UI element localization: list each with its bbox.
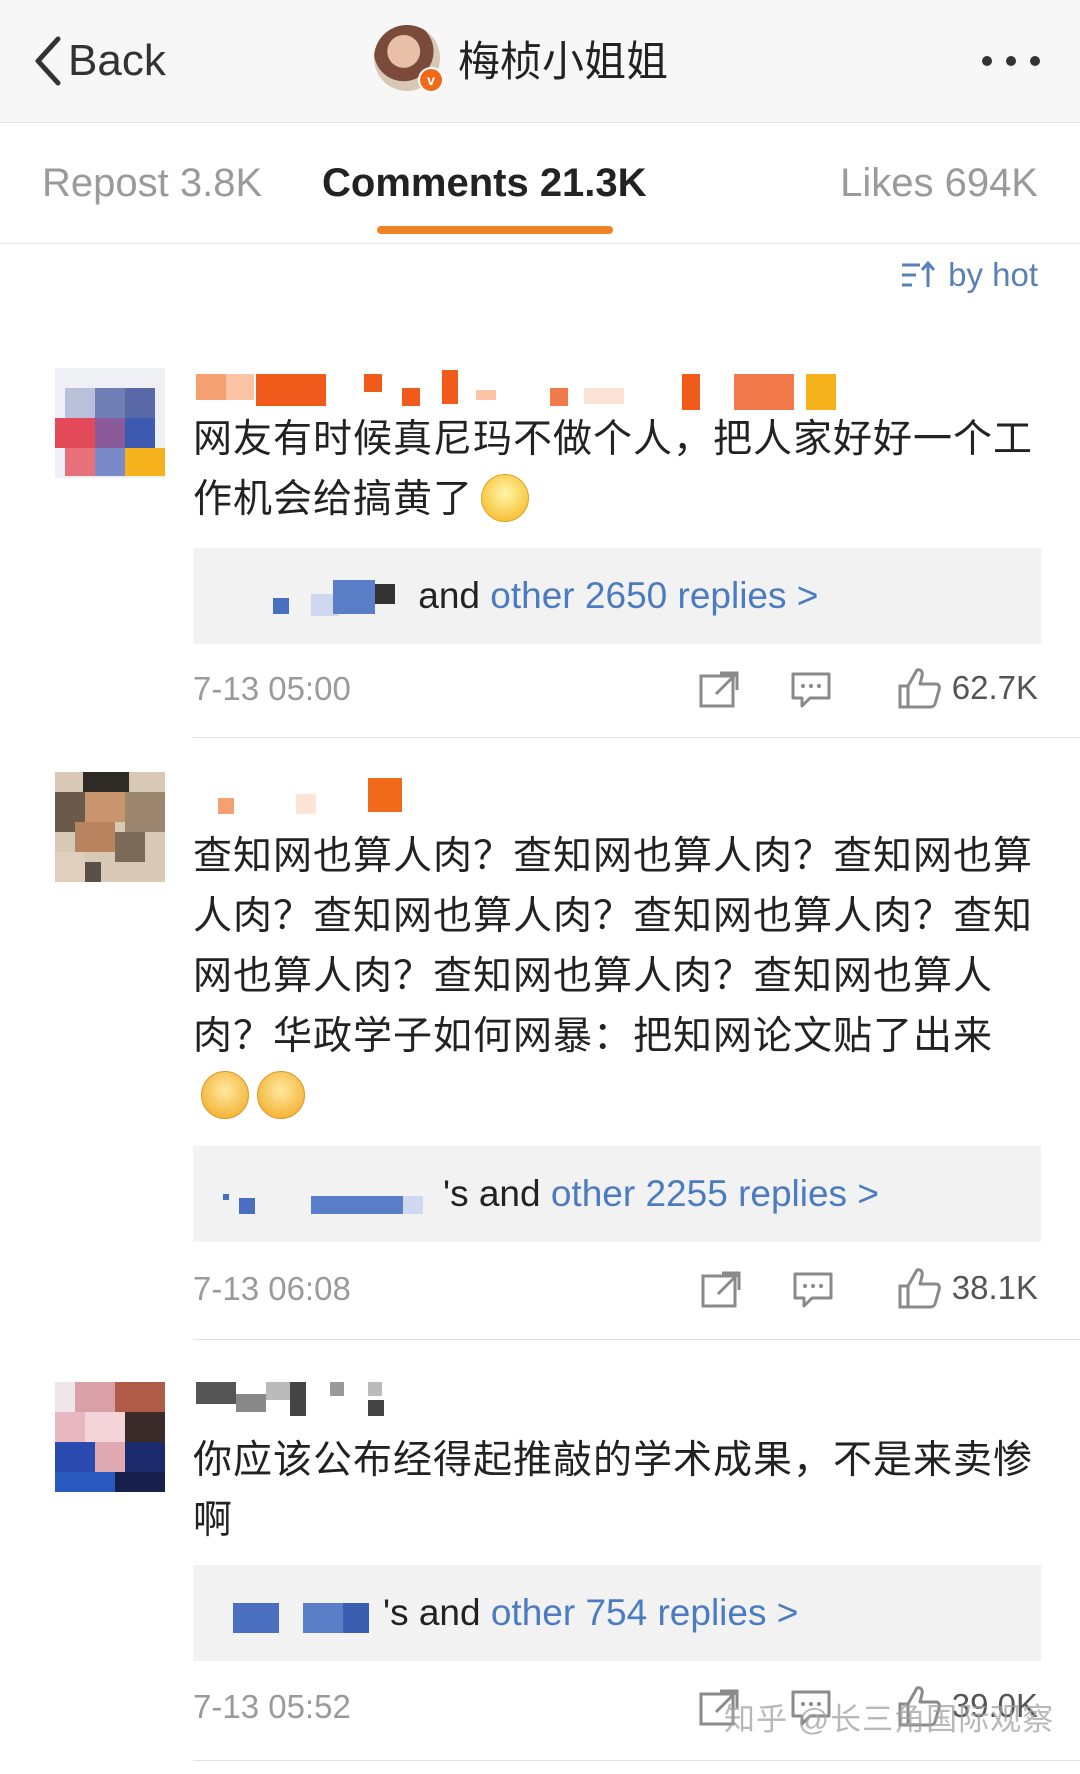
pleading-face-emoji-icon xyxy=(201,1070,249,1119)
share-icon xyxy=(699,671,739,708)
back-button[interactable]: Back xyxy=(30,28,166,94)
sort-by-hot-button[interactable]: by hot xyxy=(900,256,1038,294)
more-dot-icon xyxy=(1030,56,1040,66)
commenter-avatar[interactable] xyxy=(55,1382,165,1492)
comment-text: 查知网也算人肉？查知网也算人肉？查知网也算人肉？查知网也算人肉？查知网也算人肉？… xyxy=(193,827,1045,1127)
thumbs-up-icon xyxy=(898,1268,941,1309)
sort-icon xyxy=(902,260,936,287)
comment-text: 你应该公布经得起推敲的学术成果，不是来卖惨啊 xyxy=(193,1431,1045,1551)
top-bar: Back v 梅桢小姐姐 xyxy=(0,0,1080,123)
view-replies-link[interactable]: and other 2650 replies > xyxy=(193,548,1041,644)
replies-prefix: 's and xyxy=(383,1592,491,1633)
commenter-avatar[interactable] xyxy=(55,772,165,882)
share-icon xyxy=(701,1271,741,1308)
comment-body: 查知网也算人肉？查知网也算人肉？查知网也算人肉？查知网也算人肉？查知网也算人肉？… xyxy=(193,835,1034,1058)
like-comment-button[interactable]: 62.7K xyxy=(896,666,1038,710)
commenter-name-redacted[interactable] xyxy=(196,368,846,412)
comment-timestamp: 7-13 05:52 xyxy=(193,1688,351,1725)
repost-comment-button[interactable] xyxy=(698,670,740,710)
more-dot-icon xyxy=(982,56,992,66)
replies-count-link[interactable]: other 2650 replies > xyxy=(490,575,818,617)
view-replies-link[interactable]: 's and other 754 replies > xyxy=(193,1565,1041,1661)
replies-prefix: and xyxy=(408,575,491,616)
commenter-avatar[interactable] xyxy=(55,368,165,478)
back-label: Back xyxy=(68,36,166,85)
comment-divider xyxy=(193,1760,1080,1761)
replier-name-redacted xyxy=(193,1174,433,1214)
chevron-left-icon xyxy=(35,36,61,86)
comment-timestamp: 7-13 06:08 xyxy=(193,1270,351,1307)
reply-comment-button[interactable] xyxy=(790,670,832,710)
pleading-face-emoji-icon xyxy=(257,1070,305,1119)
smile-emoji-icon xyxy=(481,473,530,522)
tab-comments[interactable]: Comments 21.3K xyxy=(322,161,647,206)
more-options-button[interactable] xyxy=(982,56,1040,66)
commenter-name-redacted[interactable] xyxy=(196,1378,396,1422)
comment-body: 你应该公布经得起推敲的学术成果，不是来卖惨啊 xyxy=(193,1439,1034,1542)
tab-repost[interactable]: Repost 3.8K xyxy=(42,161,262,206)
comment-timestamp: 7-13 05:00 xyxy=(193,670,351,707)
more-dot-icon xyxy=(1006,56,1016,66)
comment-icon xyxy=(793,1272,833,1308)
avatar[interactable]: v xyxy=(374,25,444,93)
replies-prefix: 's and xyxy=(443,1173,551,1214)
page-title-group: v 梅桢小姐姐 xyxy=(374,25,669,93)
tab-likes[interactable]: Likes 694K xyxy=(840,161,1038,206)
active-tab-indicator xyxy=(377,226,613,234)
commenter-name-redacted[interactable] xyxy=(196,772,416,816)
replier-name-redacted xyxy=(193,1593,373,1633)
verified-badge-icon: v xyxy=(418,67,444,93)
comment-divider xyxy=(193,1339,1080,1340)
page-title: 梅桢小姐姐 xyxy=(458,37,669,85)
like-comment-button[interactable]: 38.1K xyxy=(896,1266,1038,1310)
comment-text: 网友有时候真尼玛不做个人，把人家好好一个工作机会给搞黄了 xyxy=(193,410,1045,530)
replies-count-link[interactable]: other 754 replies > xyxy=(491,1592,799,1634)
comment-icon xyxy=(791,672,831,708)
like-count: 38.1K xyxy=(951,1269,1038,1306)
replies-count-link[interactable]: other 2255 replies > xyxy=(551,1173,879,1215)
replier-name-redacted xyxy=(193,576,398,616)
like-count: 62.7K xyxy=(951,669,1038,706)
repost-comment-button[interactable] xyxy=(700,1270,742,1310)
comment-body: 网友有时候真尼玛不做个人，把人家好好一个工作机会给搞黄了 xyxy=(193,418,1034,521)
watermark: 知乎 @长三角国际观察 xyxy=(724,1702,1055,1737)
sort-label: by hot xyxy=(948,256,1038,293)
view-replies-link[interactable]: 's and other 2255 replies > xyxy=(193,1146,1041,1242)
comment-divider xyxy=(193,737,1080,738)
reply-comment-button[interactable] xyxy=(792,1270,834,1310)
thumbs-up-icon xyxy=(898,668,941,709)
